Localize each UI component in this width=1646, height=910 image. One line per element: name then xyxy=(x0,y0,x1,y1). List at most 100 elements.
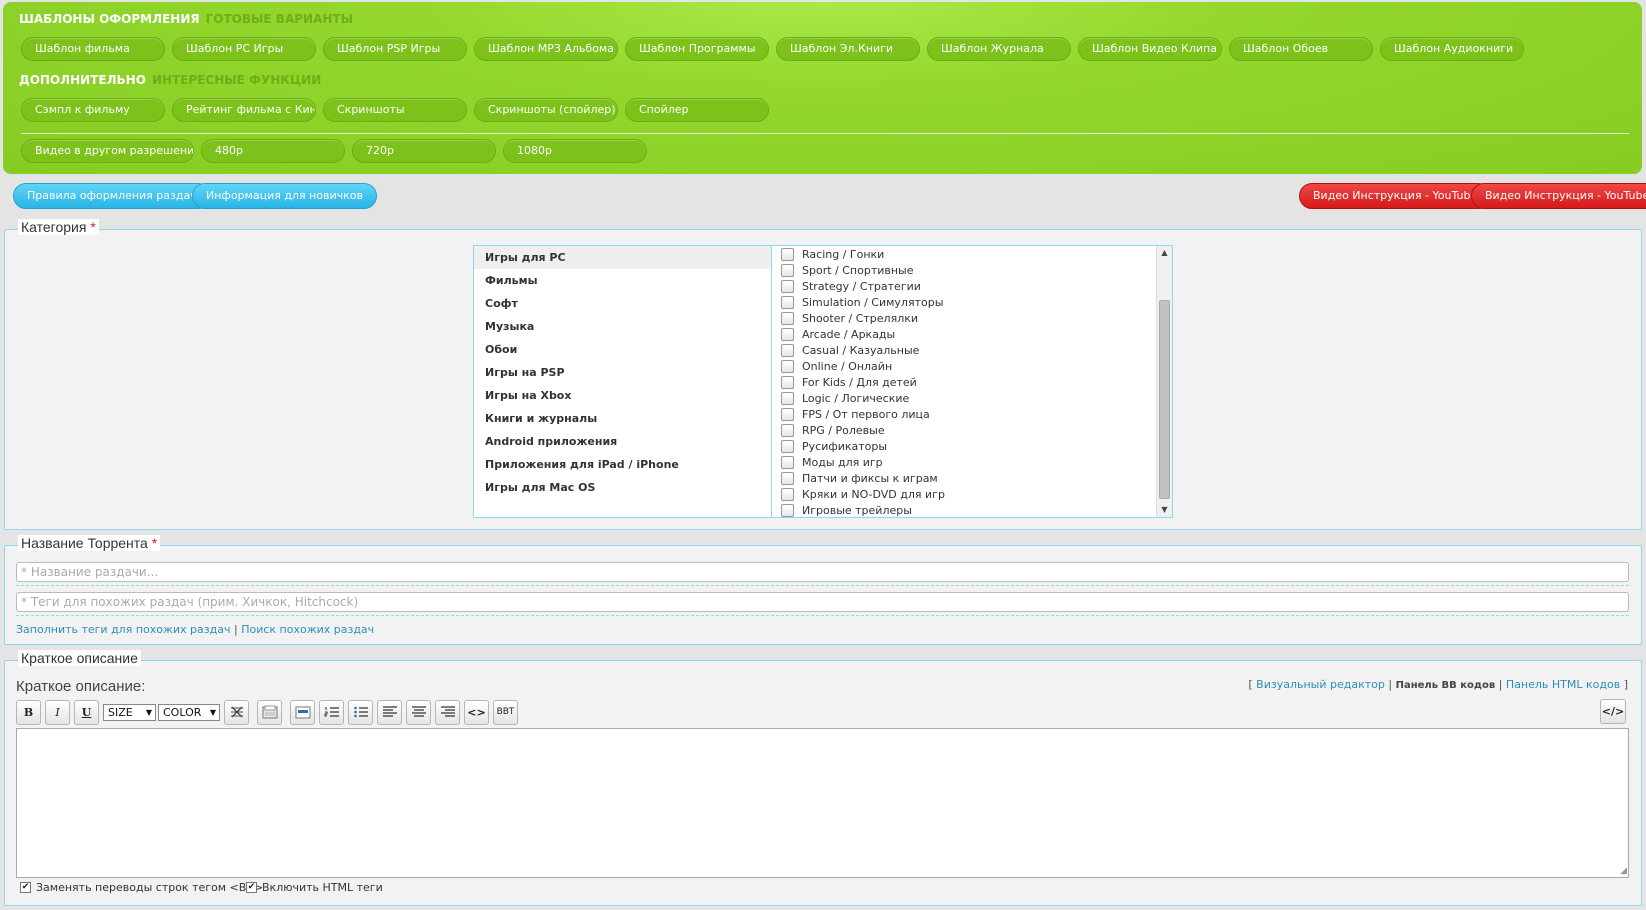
subcategory-item[interactable]: Русификаторы xyxy=(773,438,1157,454)
size-select[interactable]: SIZE ▼ xyxy=(103,703,156,721)
newbies-info-button[interactable]: Информация для новичков xyxy=(192,183,377,209)
subcategory-item[interactable]: Racing / Гонки xyxy=(773,246,1157,262)
bbt-button[interactable]: BBT xyxy=(493,699,518,725)
align-center-icon xyxy=(411,706,426,717)
color-select[interactable]: COLOR ▼ xyxy=(158,703,220,721)
subcategory-item[interactable]: Logic / Логические xyxy=(773,390,1157,406)
template-button-audiobook[interactable]: Шаблон Аудиокниги xyxy=(1380,37,1524,61)
subcategory-checkbox[interactable] xyxy=(781,487,794,501)
category-item-films[interactable]: Фильмы xyxy=(474,269,771,292)
subcategory-item[interactable]: Моды для игр xyxy=(773,454,1157,470)
rules-button[interactable]: Правила оформления раздач xyxy=(13,183,211,209)
subcategory-checkbox[interactable] xyxy=(781,359,794,373)
subcategory-checkbox[interactable] xyxy=(781,503,794,517)
scroll-down-arrow-icon[interactable]: ▼ xyxy=(1157,503,1172,517)
subcategory-checkbox[interactable] xyxy=(781,439,794,453)
underline-button[interactable]: U xyxy=(74,699,99,725)
template-button-magazine[interactable]: Шаблон Журнала xyxy=(927,37,1071,61)
search-similar-link[interactable]: Поиск похожих раздач xyxy=(241,623,374,636)
extra-button-screenshots[interactable]: Скриншоты xyxy=(323,98,467,122)
subcategory-item[interactable]: Кряки и NO-DVD для игр xyxy=(773,486,1157,502)
header-button[interactable] xyxy=(290,699,315,725)
video-instruction-button-1[interactable]: Видео Инструкция - YouTube xyxy=(1299,183,1492,209)
category-item-psp-games[interactable]: Игры на PSP xyxy=(474,361,771,384)
subcategory-item[interactable]: Online / Онлайн xyxy=(773,358,1157,374)
subcategory-item[interactable]: RPG / Ролевые xyxy=(773,422,1157,438)
subcategory-checkbox[interactable] xyxy=(781,423,794,437)
category-item-books[interactable]: Книги и журналы xyxy=(474,407,771,430)
extra-button-kinopoisk-rating[interactable]: Рейтинг фильма с Кинопоиск.ру xyxy=(172,98,316,122)
template-button-pc-game[interactable]: Шаблон PC Игры xyxy=(172,37,316,61)
replace-br-checkbox[interactable]: ✔ xyxy=(20,882,31,893)
visual-editor-link[interactable]: Визуальный редактор xyxy=(1256,678,1385,691)
fill-tags-link[interactable]: Заполнить теги для похожих раздач xyxy=(16,623,230,636)
scroll-thumb[interactable] xyxy=(1159,300,1170,499)
subcategory-checkbox[interactable] xyxy=(781,295,794,309)
extra-button-sample[interactable]: Сэмпл к фильму xyxy=(21,98,165,122)
subcategory-checkbox[interactable] xyxy=(781,391,794,405)
html-codes-panel-link[interactable]: Панель HTML кодов xyxy=(1506,678,1620,691)
category-item-xbox-games[interactable]: Игры на Xbox xyxy=(474,384,771,407)
code-button[interactable]: <> xyxy=(464,699,489,725)
subcategory-checkbox[interactable] xyxy=(781,279,794,293)
subcategory-item[interactable]: FPS / От первого лица xyxy=(773,406,1157,422)
subcategory-item[interactable]: Патчи и фиксы к играм xyxy=(773,470,1157,486)
extra-button-screenshots-spoiler[interactable]: Скриншоты (спойлер) xyxy=(474,98,618,122)
subcategory-item[interactable]: Shooter / Стрелялки xyxy=(773,310,1157,326)
resize-handle-icon[interactable]: ◢ xyxy=(1620,866,1627,876)
align-center-button[interactable] xyxy=(406,699,431,725)
subcategory-checkbox[interactable] xyxy=(781,247,794,261)
video-button-480p[interactable]: 480p xyxy=(201,139,345,163)
enable-html-checkbox[interactable]: ✔ xyxy=(246,882,257,893)
category-item-ios[interactable]: Приложения для iPad / iPhone xyxy=(474,453,771,476)
enable-html-option[interactable]: ✔ Включить HTML теги xyxy=(246,881,383,894)
bold-button[interactable]: B xyxy=(16,699,41,725)
torrent-name-input[interactable] xyxy=(16,562,1629,582)
subcategory-checkbox[interactable] xyxy=(781,471,794,485)
subcategory-scrollbar[interactable]: ▲ ▼ xyxy=(1156,246,1172,517)
description-textarea[interactable]: ◢ xyxy=(16,728,1629,878)
subcategory-item[interactable]: Arcade / Аркады xyxy=(773,326,1157,342)
scroll-up-arrow-icon[interactable]: ▲ xyxy=(1157,246,1172,260)
template-button-film[interactable]: Шаблон фильма xyxy=(21,37,165,61)
category-item-wallpapers[interactable]: Обои xyxy=(474,338,771,361)
subcategory-item[interactable]: Simulation / Симуляторы xyxy=(773,294,1157,310)
template-button-program[interactable]: Шаблон Программы xyxy=(625,37,769,61)
italic-button[interactable]: I xyxy=(45,699,70,725)
template-button-video-clip[interactable]: Шаблон Видео Клипа xyxy=(1078,37,1222,61)
template-button-psp-game[interactable]: Шаблон PSP Игры xyxy=(323,37,467,61)
numbered-list-button[interactable] xyxy=(319,699,344,725)
subcategory-item[interactable]: Sport / Спортивные xyxy=(773,262,1157,278)
template-button-wallpaper[interactable]: Шаблон Обоев xyxy=(1229,37,1373,61)
subcategory-checkbox[interactable] xyxy=(781,327,794,341)
subcategory-item[interactable]: Strategy / Стратегии xyxy=(773,278,1157,294)
subcategory-item[interactable]: For Kids / Для детей xyxy=(773,374,1157,390)
video-button-1080p[interactable]: 1080p xyxy=(503,139,647,163)
video-button-720p[interactable]: 720p xyxy=(352,139,496,163)
subcategory-checkbox[interactable] xyxy=(781,343,794,357)
subcategory-checkbox[interactable] xyxy=(781,455,794,469)
extra-button-spoiler[interactable]: Спойлер xyxy=(625,98,769,122)
replace-br-option[interactable]: ✔ Заменять переводы строк тегом <BR> xyxy=(20,881,263,894)
torrent-tags-input[interactable] xyxy=(16,592,1629,612)
category-item-mac-games[interactable]: Игры для Mac OS xyxy=(474,476,771,499)
subcategory-checkbox[interactable] xyxy=(781,407,794,421)
image-button[interactable] xyxy=(257,699,282,725)
template-button-mp3-album[interactable]: Шаблон MP3 Альбома xyxy=(474,37,618,61)
subcategory-checkbox[interactable] xyxy=(781,311,794,325)
html-source-toggle-button[interactable]: </> xyxy=(1600,699,1626,724)
category-item-music[interactable]: Музыка xyxy=(474,315,771,338)
align-left-button[interactable] xyxy=(377,699,402,725)
strikethrough-button[interactable] xyxy=(224,699,249,725)
subcategory-item[interactable]: Casual / Казуальные xyxy=(773,342,1157,358)
subcategory-item[interactable]: Игровые трейлеры xyxy=(773,502,1157,517)
category-item-pc-games[interactable]: Игры для PC xyxy=(474,246,771,269)
subcategory-checkbox[interactable] xyxy=(781,375,794,389)
category-item-soft[interactable]: Софт xyxy=(474,292,771,315)
video-instruction-button-2[interactable]: Видео Инструкция - YouTube xyxy=(1471,183,1646,209)
bulleted-list-button[interactable] xyxy=(348,699,373,725)
template-button-ebook[interactable]: Шаблон Эл.Книги xyxy=(776,37,920,61)
category-item-android[interactable]: Android приложения xyxy=(474,430,771,453)
subcategory-checkbox[interactable] xyxy=(781,263,794,277)
align-right-button[interactable] xyxy=(435,699,460,725)
